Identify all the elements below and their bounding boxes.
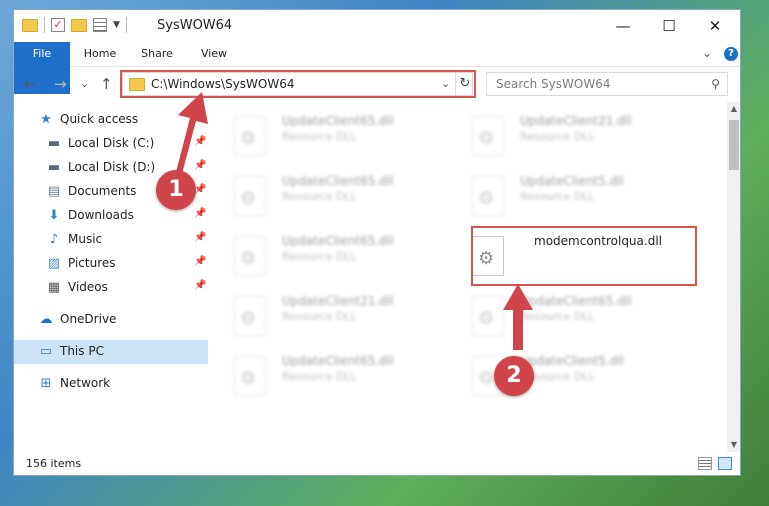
- arrow-2-icon: [503, 284, 533, 350]
- callout-arrows: [176, 92, 533, 350]
- callout-badge-1: 1: [156, 170, 196, 210]
- callout-badge-2: 2: [494, 356, 534, 396]
- arrow-1-icon: [176, 92, 208, 174]
